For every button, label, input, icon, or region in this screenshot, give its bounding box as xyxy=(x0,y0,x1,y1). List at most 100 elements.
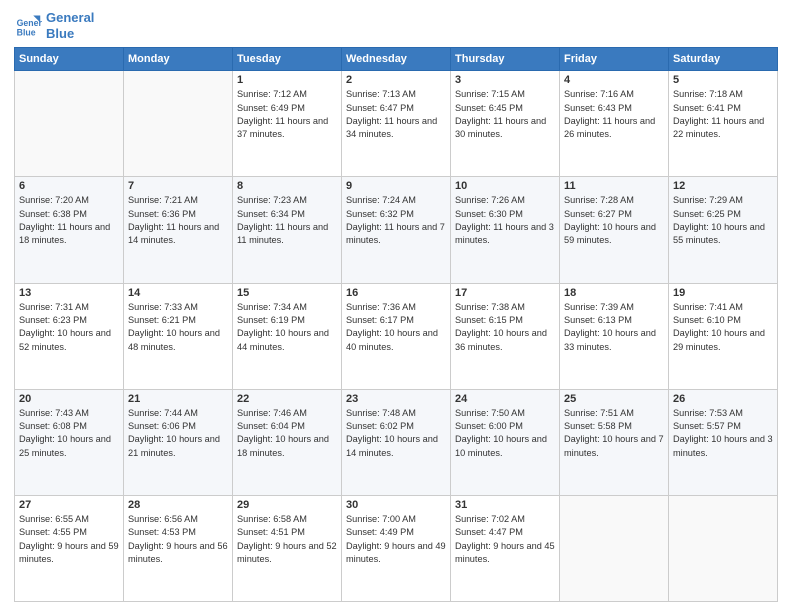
calendar-cell: 5 Sunrise: 7:18 AM Sunset: 6:41 PM Daylig… xyxy=(669,71,778,177)
day-number: 28 xyxy=(128,499,228,511)
calendar-cell: 25 Sunrise: 7:51 AM Sunset: 5:58 PM Dayli… xyxy=(560,389,669,495)
day-info: Sunrise: 7:24 AM Sunset: 6:32 PM Dayligh… xyxy=(346,194,446,247)
calendar-cell: 31 Sunrise: 7:02 AM Sunset: 4:47 PM Dayli… xyxy=(451,495,560,601)
day-number: 12 xyxy=(673,180,773,192)
page: General Blue General Blue SundayMondayTu… xyxy=(0,0,792,612)
day-info: Sunrise: 7:12 AM Sunset: 6:49 PM Dayligh… xyxy=(237,88,337,141)
dow-header: Friday xyxy=(560,48,669,71)
day-info: Sunrise: 7:18 AM Sunset: 6:41 PM Dayligh… xyxy=(673,88,773,141)
day-number: 7 xyxy=(128,180,228,192)
day-number: 8 xyxy=(237,180,337,192)
dow-header: Wednesday xyxy=(342,48,451,71)
calendar-cell: 28 Sunrise: 6:56 AM Sunset: 4:53 PM Dayli… xyxy=(124,495,233,601)
day-number: 27 xyxy=(19,499,119,511)
day-info: Sunrise: 7:13 AM Sunset: 6:47 PM Dayligh… xyxy=(346,88,446,141)
calendar-cell: 1 Sunrise: 7:12 AM Sunset: 6:49 PM Daylig… xyxy=(233,71,342,177)
day-number: 1 xyxy=(237,74,337,86)
day-number: 24 xyxy=(455,393,555,405)
day-number: 2 xyxy=(346,74,446,86)
dow-header: Monday xyxy=(124,48,233,71)
calendar-cell: 14Sunrise: 7:33 AM Sunset: 6:21 PM Dayli… xyxy=(124,283,233,389)
day-number: 13 xyxy=(19,287,119,299)
calendar-cell: 2 Sunrise: 7:13 AM Sunset: 6:47 PM Daylig… xyxy=(342,71,451,177)
calendar-cell: 16Sunrise: 7:36 AM Sunset: 6:17 PM Dayli… xyxy=(342,283,451,389)
day-number: 23 xyxy=(346,393,446,405)
svg-text:Blue: Blue xyxy=(17,27,36,37)
day-number: 26 xyxy=(673,393,773,405)
day-number: 31 xyxy=(455,499,555,511)
day-number: 14 xyxy=(128,287,228,299)
calendar-week: 20Sunrise: 7:43 AM Sunset: 6:08 PM Dayli… xyxy=(15,389,778,495)
day-number: 6 xyxy=(19,180,119,192)
day-info: Sunrise: 7:39 AM Sunset: 6:13 PM Dayligh… xyxy=(564,301,664,354)
day-number: 21 xyxy=(128,393,228,405)
day-info: Sunrise: 7:00 AM Sunset: 4:49 PM Dayligh… xyxy=(346,513,446,566)
calendar-cell: 18 Sunrise: 7:39 AM Sunset: 6:13 PM Dayli… xyxy=(560,283,669,389)
logo-blue: Blue xyxy=(46,26,94,42)
day-info: Sunrise: 7:44 AM Sunset: 6:06 PM Dayligh… xyxy=(128,407,228,460)
calendar-cell: 21 Sunrise: 7:44 AM Sunset: 6:06 PM Dayli… xyxy=(124,389,233,495)
day-info: Sunrise: 7:34 AM Sunset: 6:19 PM Dayligh… xyxy=(237,301,337,354)
day-number: 19 xyxy=(673,287,773,299)
calendar-cell: 19 Sunrise: 7:41 AM Sunset: 6:10 PM Dayli… xyxy=(669,283,778,389)
day-info: Sunrise: 7:51 AM Sunset: 5:58 PM Dayligh… xyxy=(564,407,664,460)
calendar-cell xyxy=(124,71,233,177)
day-info: Sunrise: 6:55 AM Sunset: 4:55 PM Dayligh… xyxy=(19,513,119,566)
calendar-cell: 4 Sunrise: 7:16 AM Sunset: 6:43 PM Daylig… xyxy=(560,71,669,177)
calendar-week: 27 Sunrise: 6:55 AM Sunset: 4:55 PM Dayli… xyxy=(15,495,778,601)
day-info: Sunrise: 7:29 AM Sunset: 6:25 PM Dayligh… xyxy=(673,194,773,247)
day-info: Sunrise: 7:48 AM Sunset: 6:02 PM Dayligh… xyxy=(346,407,446,460)
calendar-cell: 17Sunrise: 7:38 AM Sunset: 6:15 PM Dayli… xyxy=(451,283,560,389)
calendar-cell xyxy=(669,495,778,601)
dow-header: Tuesday xyxy=(233,48,342,71)
dow-header: Thursday xyxy=(451,48,560,71)
logo: General Blue General Blue xyxy=(14,10,94,41)
day-info: Sunrise: 7:31 AM Sunset: 6:23 PM Dayligh… xyxy=(19,301,119,354)
day-number: 10 xyxy=(455,180,555,192)
calendar-cell: 23 Sunrise: 7:48 AM Sunset: 6:02 PM Dayli… xyxy=(342,389,451,495)
day-info: Sunrise: 7:23 AM Sunset: 6:34 PM Dayligh… xyxy=(237,194,337,247)
calendar-cell xyxy=(560,495,669,601)
day-number: 16 xyxy=(346,287,446,299)
day-number: 5 xyxy=(673,74,773,86)
calendar-cell: 30Sunrise: 7:00 AM Sunset: 4:49 PM Dayli… xyxy=(342,495,451,601)
day-info: Sunrise: 7:46 AM Sunset: 6:04 PM Dayligh… xyxy=(237,407,337,460)
header: General Blue General Blue xyxy=(14,10,778,41)
day-info: Sunrise: 6:56 AM Sunset: 4:53 PM Dayligh… xyxy=(128,513,228,566)
calendar-cell: 20Sunrise: 7:43 AM Sunset: 6:08 PM Dayli… xyxy=(15,389,124,495)
calendar-week: 1 Sunrise: 7:12 AM Sunset: 6:49 PM Daylig… xyxy=(15,71,778,177)
day-info: Sunrise: 6:58 AM Sunset: 4:51 PM Dayligh… xyxy=(237,513,337,566)
calendar-cell: 3Sunrise: 7:15 AM Sunset: 6:45 PM Daylig… xyxy=(451,71,560,177)
calendar-cell: 8 Sunrise: 7:23 AM Sunset: 6:34 PM Daylig… xyxy=(233,177,342,283)
day-number: 18 xyxy=(564,287,664,299)
calendar-cell xyxy=(15,71,124,177)
day-info: Sunrise: 7:02 AM Sunset: 4:47 PM Dayligh… xyxy=(455,513,555,566)
calendar-cell: 12 Sunrise: 7:29 AM Sunset: 6:25 PM Dayli… xyxy=(669,177,778,283)
calendar-cell: 15 Sunrise: 7:34 AM Sunset: 6:19 PM Dayli… xyxy=(233,283,342,389)
day-info: Sunrise: 7:15 AM Sunset: 6:45 PM Dayligh… xyxy=(455,88,555,141)
calendar: SundayMondayTuesdayWednesdayThursdayFrid… xyxy=(14,47,778,602)
day-info: Sunrise: 7:16 AM Sunset: 6:43 PM Dayligh… xyxy=(564,88,664,141)
day-info: Sunrise: 7:53 AM Sunset: 5:57 PM Dayligh… xyxy=(673,407,773,460)
day-number: 4 xyxy=(564,74,664,86)
day-number: 15 xyxy=(237,287,337,299)
dow-header: Saturday xyxy=(669,48,778,71)
day-info: Sunrise: 7:50 AM Sunset: 6:00 PM Dayligh… xyxy=(455,407,555,460)
calendar-cell: 13 Sunrise: 7:31 AM Sunset: 6:23 PM Dayli… xyxy=(15,283,124,389)
day-info: Sunrise: 7:26 AM Sunset: 6:30 PM Dayligh… xyxy=(455,194,555,247)
calendar-cell: 7Sunrise: 7:21 AM Sunset: 6:36 PM Daylig… xyxy=(124,177,233,283)
calendar-body: 1 Sunrise: 7:12 AM Sunset: 6:49 PM Daylig… xyxy=(15,71,778,602)
calendar-cell: 29 Sunrise: 6:58 AM Sunset: 4:51 PM Dayli… xyxy=(233,495,342,601)
day-number: 11 xyxy=(564,180,664,192)
day-number: 25 xyxy=(564,393,664,405)
day-info: Sunrise: 7:43 AM Sunset: 6:08 PM Dayligh… xyxy=(19,407,119,460)
day-info: Sunrise: 7:41 AM Sunset: 6:10 PM Dayligh… xyxy=(673,301,773,354)
calendar-cell: 9 Sunrise: 7:24 AM Sunset: 6:32 PM Daylig… xyxy=(342,177,451,283)
day-number: 9 xyxy=(346,180,446,192)
calendar-cell: 24 Sunrise: 7:50 AM Sunset: 6:00 PM Dayli… xyxy=(451,389,560,495)
calendar-cell: 6Sunrise: 7:20 AM Sunset: 6:38 PM Daylig… xyxy=(15,177,124,283)
calendar-cell: 10 Sunrise: 7:26 AM Sunset: 6:30 PM Dayli… xyxy=(451,177,560,283)
day-number: 29 xyxy=(237,499,337,511)
day-info: Sunrise: 7:28 AM Sunset: 6:27 PM Dayligh… xyxy=(564,194,664,247)
logo-general: General xyxy=(46,10,94,26)
